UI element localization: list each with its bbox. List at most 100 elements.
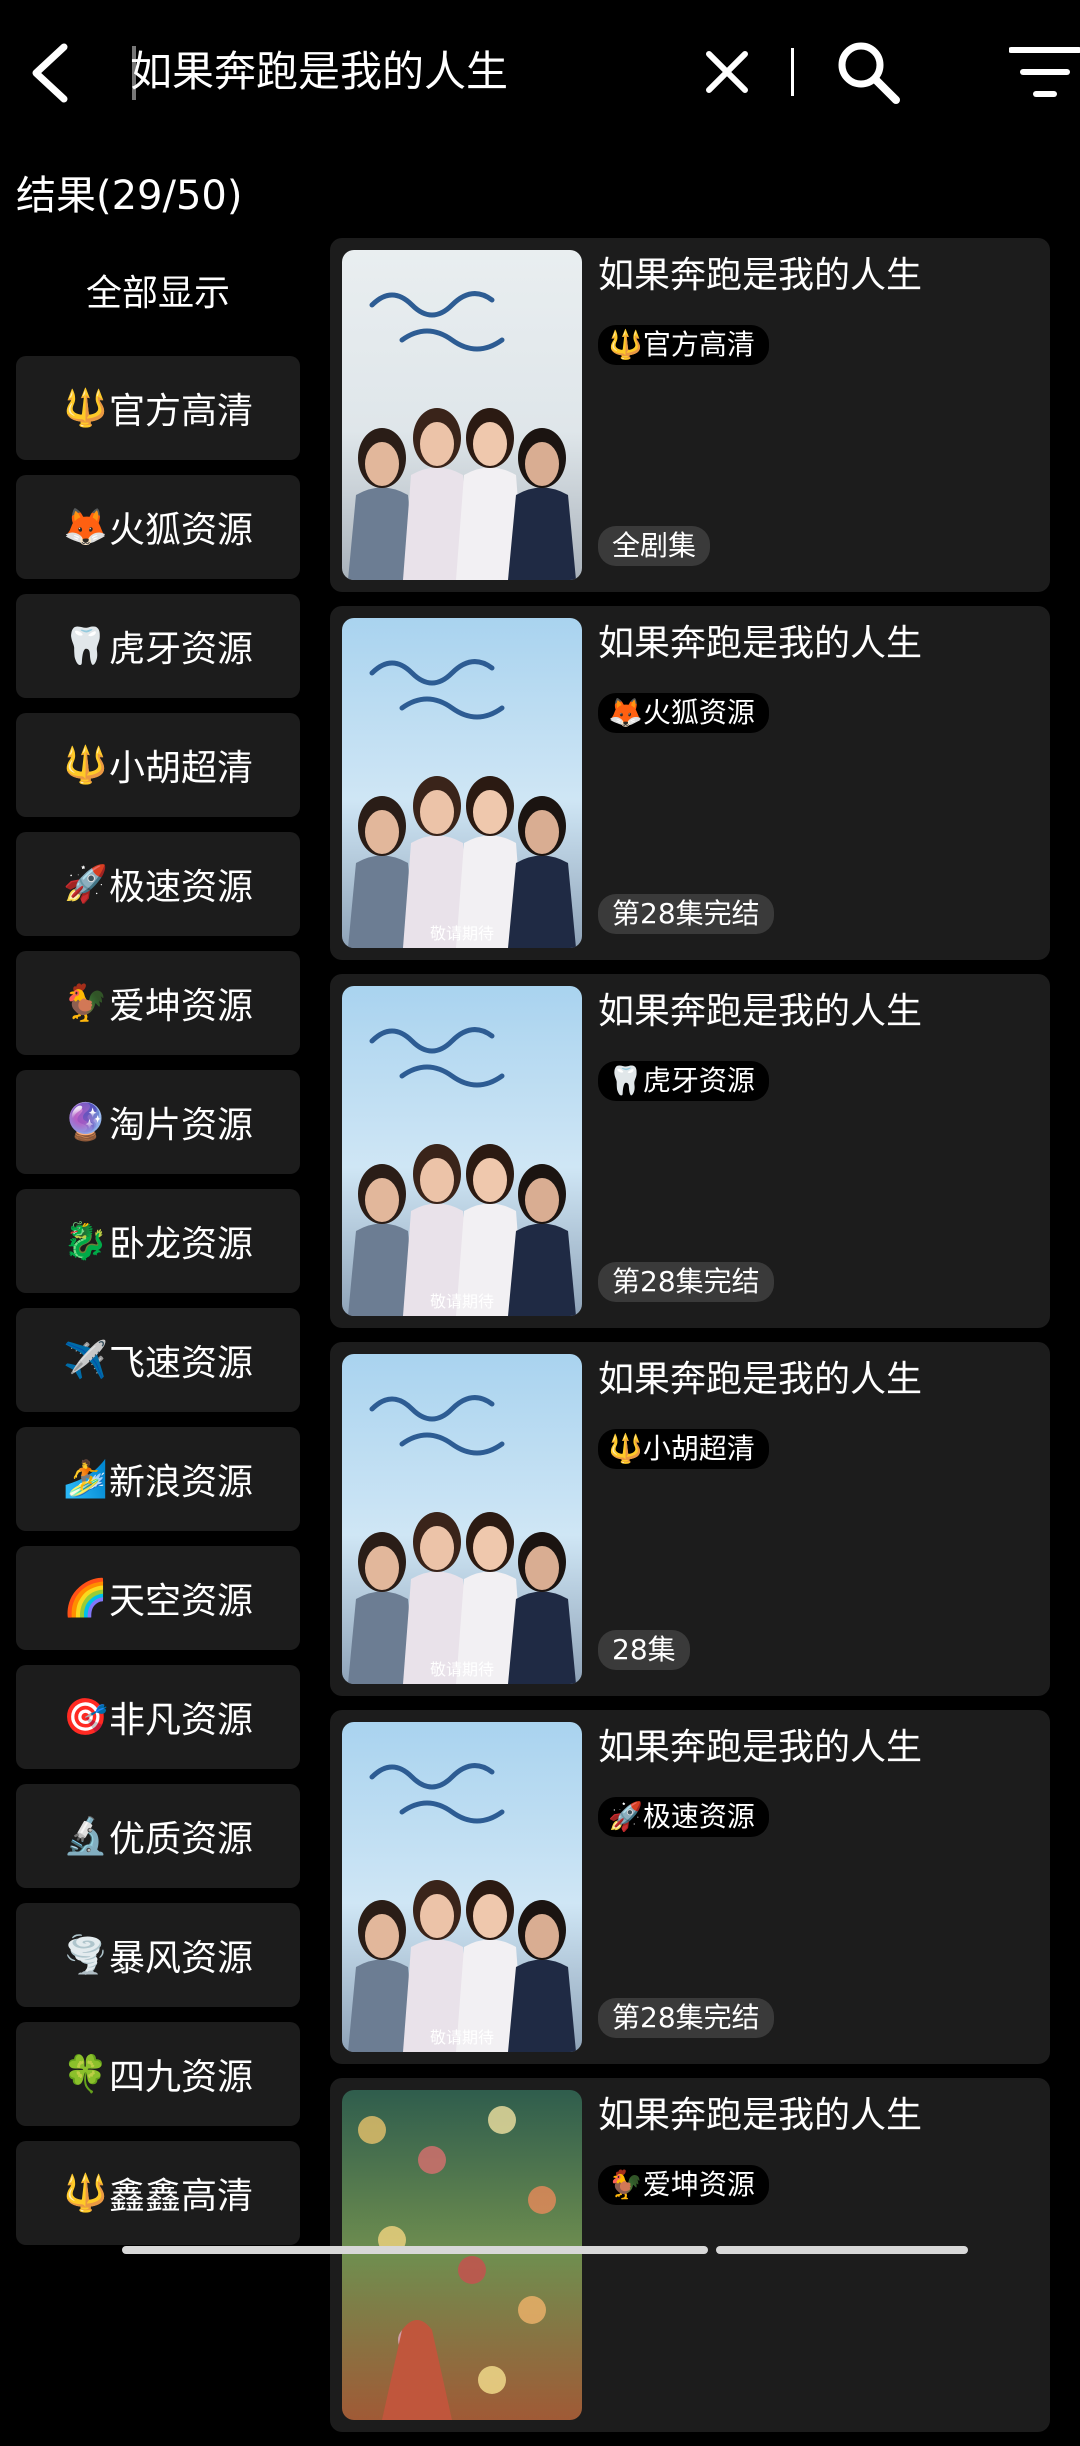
source-item-label: 优质资源 — [108, 1819, 253, 1860]
result-card[interactable]: 如果奔跑是我的人生 🔱官方高清全剧集 — [330, 238, 1050, 592]
chevron-left-icon — [32, 43, 68, 103]
source-item[interactable]: 🔱 官方高清 — [16, 356, 300, 460]
source-badge: 🔱官方高清 — [598, 325, 769, 365]
source-item-label: 淘片资源 — [108, 1105, 253, 1146]
filter-button[interactable] — [992, 36, 1080, 108]
clear-button[interactable] — [695, 38, 759, 106]
source-item[interactable]: 🌪️ 暴风资源 — [16, 1903, 300, 2007]
source-item-label: 天空资源 — [108, 1581, 253, 1622]
source-emoji-icon: 🔱 — [62, 2173, 108, 2214]
back-button[interactable] — [18, 35, 82, 111]
source-emoji-icon: 🔱 — [62, 745, 108, 786]
source-emoji-icon: 🏄 — [62, 1459, 108, 1500]
source-item-label: 四九资源 — [108, 2057, 253, 2098]
result-title: 如果奔跑是我的人生 — [598, 1727, 923, 1768]
result-card[interactable]: 敬请期待 如果奔跑是我的人生 🔱小胡超清 28集 — [330, 1342, 1050, 1696]
poster-art — [342, 1722, 582, 2052]
poster-caption: 敬请期待 — [429, 1660, 494, 1679]
source-item[interactable]: 🐓 爱坤资源 — [16, 951, 300, 1055]
poster-image: 敬请期待 — [342, 1354, 582, 1684]
result-card[interactable]: 敬请期待 如果奔跑是我的人生 🦊火狐资源第28集完结 — [330, 606, 1050, 960]
source-item[interactable]: 🦷 虎牙资源 — [16, 594, 300, 698]
source-item[interactable]: 🐉 卧龙资源 — [16, 1189, 300, 1293]
toolbar-divider — [791, 48, 794, 96]
source-item[interactable]: 🦊 火狐资源 — [16, 475, 300, 579]
result-title: 如果奔跑是我的人生 — [598, 2095, 923, 2136]
episode-status-badge: 第28集完结 — [598, 894, 774, 934]
source-emoji-icon: 🌪️ — [62, 1935, 108, 1976]
source-emoji-icon: 🌈 — [62, 1578, 108, 1619]
source-item[interactable]: 🚀 极速资源 — [16, 832, 300, 936]
result-title: 如果奔跑是我的人生 — [598, 623, 923, 664]
source-item-label: 爱坤资源 — [108, 986, 253, 1027]
scroll-indicator-right — [716, 2246, 968, 2254]
source-item[interactable]: 🔬 优质资源 — [16, 1784, 300, 1888]
poster-art — [342, 250, 582, 580]
source-badge: 🚀极速资源 — [598, 1797, 769, 1837]
source-item[interactable]: 🌈 天空资源 — [16, 1546, 300, 1650]
search-button[interactable] — [830, 34, 906, 110]
source-emoji-icon: 🐉 — [62, 1221, 108, 1262]
source-item[interactable]: 🏄 新浪资源 — [16, 1427, 300, 1531]
result-title: 如果奔跑是我的人生 — [598, 1359, 923, 1400]
source-item[interactable]: 🔮 淘片资源 — [16, 1070, 300, 1174]
poster-art — [342, 2090, 582, 2420]
close-icon — [706, 51, 748, 93]
source-item[interactable]: ✈️ 飞速资源 — [16, 1308, 300, 1412]
source-item-label: 卧龙资源 — [108, 1224, 253, 1265]
poster-image: 敬请期待 — [342, 618, 582, 948]
source-item-label: 虎牙资源 — [108, 629, 253, 670]
search-header: 如果奔跑是我的人生 — [0, 0, 1080, 150]
episode-status-badge: 28集 — [598, 1630, 690, 1670]
source-emoji-icon: 🔬 — [62, 1816, 108, 1857]
search-input[interactable]: 如果奔跑是我的人生 — [130, 42, 508, 102]
episode-status-badge: 第28集完结 — [598, 1262, 774, 1302]
source-emoji-icon: 🔱 — [62, 388, 108, 429]
show-all-button[interactable]: 全部显示 — [16, 240, 300, 340]
source-item-label: 小胡超清 — [108, 748, 253, 789]
poster-art — [342, 986, 582, 1316]
source-list: 🔱 官方高清 🦊 火狐资源 🦷 虎牙资源 🔱 小胡超清 🚀 极速资源 🐓 爱坤资源 🔮 淘片资源 🐉 卧龙资源… — [16, 356, 300, 2245]
source-item[interactable]: 🎯 非凡资源 — [16, 1665, 300, 1769]
result-title: 如果奔跑是我的人生 — [598, 255, 923, 296]
poster-image — [342, 250, 582, 580]
source-item-label: 新浪资源 — [108, 1462, 253, 1503]
source-item-label: 暴风资源 — [108, 1938, 253, 1979]
result-card[interactable]: 敬请期待 如果奔跑是我的人生 🦷虎牙资源第28集完结 — [330, 974, 1050, 1328]
result-card[interactable]: 敬请期待 如果奔跑是我的人生 🚀极速资源 第28集完结 — [330, 1710, 1050, 2064]
source-item-label: 飞速资源 — [108, 1343, 253, 1384]
poster-caption: 敬请期待 — [429, 2028, 494, 2047]
source-emoji-icon: 🔮 — [62, 1102, 108, 1143]
source-item[interactable]: 🔱 鑫鑫高清 — [16, 2141, 300, 2245]
result-title: 如果奔跑是我的人生 — [598, 991, 923, 1032]
source-emoji-icon: 🍀 — [62, 2054, 108, 2095]
poster-caption: 敬请期待 — [429, 924, 494, 943]
source-emoji-icon: 🦊 — [62, 507, 108, 548]
source-badge: 🦷虎牙资源 — [598, 1061, 769, 1101]
source-item-label: 非凡资源 — [108, 1700, 253, 1741]
episode-status-badge: 全剧集 — [598, 526, 711, 566]
source-item[interactable]: 🍀 四九资源 — [16, 2022, 300, 2126]
source-emoji-icon: 🎯 — [62, 1697, 108, 1738]
result-count: 结果(29/50) — [16, 173, 243, 219]
source-emoji-icon: 🐓 — [62, 983, 108, 1024]
source-item-label: 火狐资源 — [108, 510, 253, 551]
source-emoji-icon: 🦷 — [62, 626, 108, 667]
source-item-label: 极速资源 — [108, 867, 253, 908]
source-item[interactable]: 🔱 小胡超清 — [16, 713, 300, 817]
source-item-label: 官方高清 — [108, 391, 253, 432]
result-card[interactable]: 如果奔跑是我的人生 🐓爱坤资源 — [330, 2078, 1050, 2432]
scroll-indicator-left — [122, 2246, 708, 2254]
search-icon — [838, 42, 900, 104]
source-badge: 🦊火狐资源 — [598, 693, 769, 733]
poster-art — [342, 618, 582, 948]
poster-image — [342, 2090, 582, 2420]
source-item-label: 鑫鑫高清 — [108, 2176, 253, 2217]
source-emoji-icon: 🚀 — [62, 864, 108, 905]
poster-art — [342, 1354, 582, 1684]
filter-icon — [1009, 47, 1080, 97]
poster-caption: 敬请期待 — [429, 1292, 494, 1311]
poster-image: 敬请期待 — [342, 986, 582, 1316]
source-emoji-icon: ✈️ — [62, 1340, 108, 1381]
results-list: 如果奔跑是我的人生 🔱官方高清 全剧集 敬请期待 如果奔跑是我的人生 🦊火狐资源 第28集完… — [330, 238, 1050, 2446]
